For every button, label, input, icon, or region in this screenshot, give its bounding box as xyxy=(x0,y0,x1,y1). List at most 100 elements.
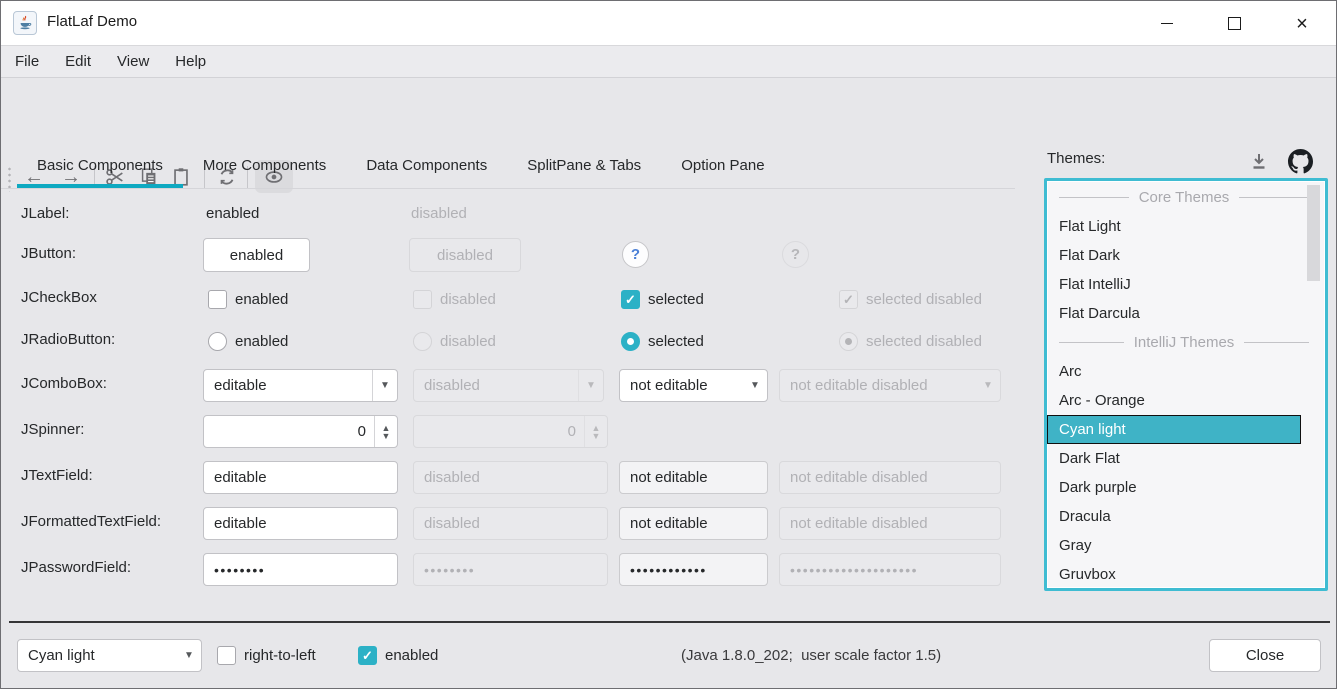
theme-item-gray[interactable]: Gray xyxy=(1047,531,1301,560)
jbutton-row-label: JButton: xyxy=(21,245,76,262)
jpasswordfield-row-label: JPasswordField: xyxy=(21,559,131,576)
chevron-down-icon: ▼ xyxy=(983,380,993,391)
java-coffee-icon xyxy=(17,15,33,31)
theme-selector-combobox[interactable]: Cyan light ▼ xyxy=(17,639,202,672)
enabled-button[interactable]: enabled xyxy=(203,238,310,272)
radio-selected-disabled: selected disabled xyxy=(839,332,982,351)
combobox-arrow-button[interactable]: ▼ xyxy=(177,640,201,671)
theme-item-gruvbox[interactable]: Gruvbox xyxy=(1047,560,1301,589)
password-field-editable[interactable]: •••••••• xyxy=(203,553,398,586)
jformattedtextfield-row-label: JFormattedTextField: xyxy=(21,513,161,530)
menu-edit[interactable]: Edit xyxy=(61,51,95,72)
tab-data-components[interactable]: Data Components xyxy=(346,147,507,188)
radio-unselected-disabled-icon xyxy=(413,332,432,351)
theme-item-dark-flat[interactable]: Dark Flat xyxy=(1047,444,1301,473)
theme-group-separator: IntelliJ Themes xyxy=(1059,328,1309,357)
themes-label: Themes: xyxy=(1047,150,1105,167)
toolbar: ← → xyxy=(1,78,1336,123)
radio-disabled: disabled xyxy=(413,332,496,351)
jlabel-row-label: JLabel: xyxy=(21,205,69,222)
combobox-not-editable[interactable]: not editable ▼ xyxy=(619,369,768,402)
spinner[interactable]: 0 ▲▼ xyxy=(203,415,398,448)
spinner-down-icon: ▼ xyxy=(592,432,601,440)
minimize-button[interactable] xyxy=(1144,1,1190,46)
formatted-textfield-disabled: disabled xyxy=(413,507,608,540)
checkbox-selected[interactable]: ✓ selected xyxy=(621,290,704,309)
help-button[interactable]: ? xyxy=(622,241,649,268)
help-button-disabled: ? xyxy=(782,241,809,268)
combobox-arrow-button[interactable]: ▼ xyxy=(372,370,397,401)
tab-option-pane[interactable]: Option Pane xyxy=(661,147,784,188)
checkbox-unchecked-icon[interactable] xyxy=(208,290,227,309)
checkbox-checked-disabled-icon: ✓ xyxy=(839,290,858,309)
java-app-icon xyxy=(13,11,37,35)
github-link-button[interactable] xyxy=(1287,148,1313,174)
radio-selected-disabled-icon xyxy=(839,332,858,351)
spinner-buttons: ▲▼ xyxy=(584,416,607,447)
spinner-down-icon[interactable]: ▼ xyxy=(382,432,391,440)
jcombobox-row-label: JComboBox: xyxy=(21,375,107,392)
theme-item-cyan-light[interactable]: Cyan light xyxy=(1047,415,1301,444)
right-to-left-checkbox[interactable]: right-to-left xyxy=(217,646,316,665)
close-button[interactable]: Close xyxy=(1209,639,1321,672)
jradiobutton-row-label: JRadioButton: xyxy=(21,331,115,348)
combobox-disabled: disabled ▼ xyxy=(413,369,604,402)
jcheckbox-row-label: JCheckBox xyxy=(21,289,97,306)
menu-help[interactable]: Help xyxy=(171,51,210,72)
password-field-not-editable-disabled: •••••••••••••••••••• xyxy=(779,553,1001,586)
checkbox-selected-disabled: ✓ selected disabled xyxy=(839,290,982,309)
combobox-arrow-button: ▼ xyxy=(976,370,1000,401)
textfield-not-editable-disabled: not editable disabled xyxy=(779,461,1001,494)
question-mark-icon: ? xyxy=(631,246,640,263)
jlabel-enabled: enabled xyxy=(206,205,259,222)
radio-selected-icon[interactable] xyxy=(621,332,640,351)
formatted-textfield-editable[interactable]: editable xyxy=(203,507,398,540)
combobox-not-editable-disabled: not editable disabled ▼ xyxy=(779,369,1001,402)
tab-basic-components[interactable]: Basic Components xyxy=(17,147,183,188)
theme-group-separator: Core Themes xyxy=(1059,183,1309,212)
checkbox-unchecked-icon[interactable] xyxy=(217,646,236,665)
formatted-textfield-not-editable: not editable xyxy=(619,507,768,540)
checkbox-checked-icon[interactable]: ✓ xyxy=(621,290,640,309)
status-text: (Java 1.8.0_202; user scale factor 1.5) xyxy=(681,647,941,664)
tab-more-components[interactable]: More Components xyxy=(183,147,346,188)
combobox-editable[interactable]: editable ▼ xyxy=(203,369,398,402)
close-icon: × xyxy=(1296,14,1308,34)
themes-list[interactable]: Core Themes Flat Light Flat Dark Flat In… xyxy=(1044,178,1328,591)
enabled-checkbox[interactable]: ✓ enabled xyxy=(358,646,438,665)
textfield-editable[interactable]: editable xyxy=(203,461,398,494)
radio-unselected-icon[interactable] xyxy=(208,332,227,351)
theme-item-dracula[interactable]: Dracula xyxy=(1047,502,1301,531)
maximize-button[interactable] xyxy=(1211,1,1257,46)
window-title: FlatLaf Demo xyxy=(47,13,137,30)
theme-item-arc-orange[interactable]: Arc - Orange xyxy=(1047,386,1301,415)
checkbox-checked-icon[interactable]: ✓ xyxy=(358,646,377,665)
close-window-button[interactable]: × xyxy=(1279,1,1325,46)
menu-view[interactable]: View xyxy=(113,51,153,72)
checkbox-unchecked-disabled-icon xyxy=(413,290,432,309)
download-themes-button[interactable] xyxy=(1246,148,1272,174)
password-field-not-editable: •••••••••••• xyxy=(619,553,768,586)
menu-bar: File Edit View Help xyxy=(1,46,1336,78)
tab-bar: Basic Components More Components Data Co… xyxy=(1,147,1015,189)
radio-enabled[interactable]: enabled xyxy=(208,332,288,351)
formatted-textfield-not-editable-disabled: not editable disabled xyxy=(779,507,1001,540)
statusbar-separator xyxy=(9,621,1330,623)
theme-item-flat-intellij[interactable]: Flat IntelliJ xyxy=(1047,270,1301,299)
title-bar: FlatLaf Demo × xyxy=(1,1,1336,46)
theme-item-flat-darcula[interactable]: Flat Darcula xyxy=(1047,299,1301,328)
scrollbar-thumb[interactable] xyxy=(1307,185,1320,281)
theme-item-arc[interactable]: Arc xyxy=(1047,357,1301,386)
jlabel-disabled: disabled xyxy=(411,205,467,222)
tab-splitpane-tabs[interactable]: SplitPane & Tabs xyxy=(507,147,661,188)
checkbox-enabled[interactable]: enabled xyxy=(208,290,288,309)
spinner-buttons[interactable]: ▲▼ xyxy=(374,416,397,447)
theme-item-flat-light[interactable]: Flat Light xyxy=(1047,212,1301,241)
maximize-icon xyxy=(1228,17,1241,30)
theme-item-flat-dark[interactable]: Flat Dark xyxy=(1047,241,1301,270)
menu-file[interactable]: File xyxy=(11,51,43,72)
combobox-arrow-button[interactable]: ▼ xyxy=(743,370,767,401)
radio-selected[interactable]: selected xyxy=(621,332,704,351)
theme-item-dark-purple[interactable]: Dark purple xyxy=(1047,473,1301,502)
spinner-disabled: 0 ▲▼ xyxy=(413,415,608,448)
